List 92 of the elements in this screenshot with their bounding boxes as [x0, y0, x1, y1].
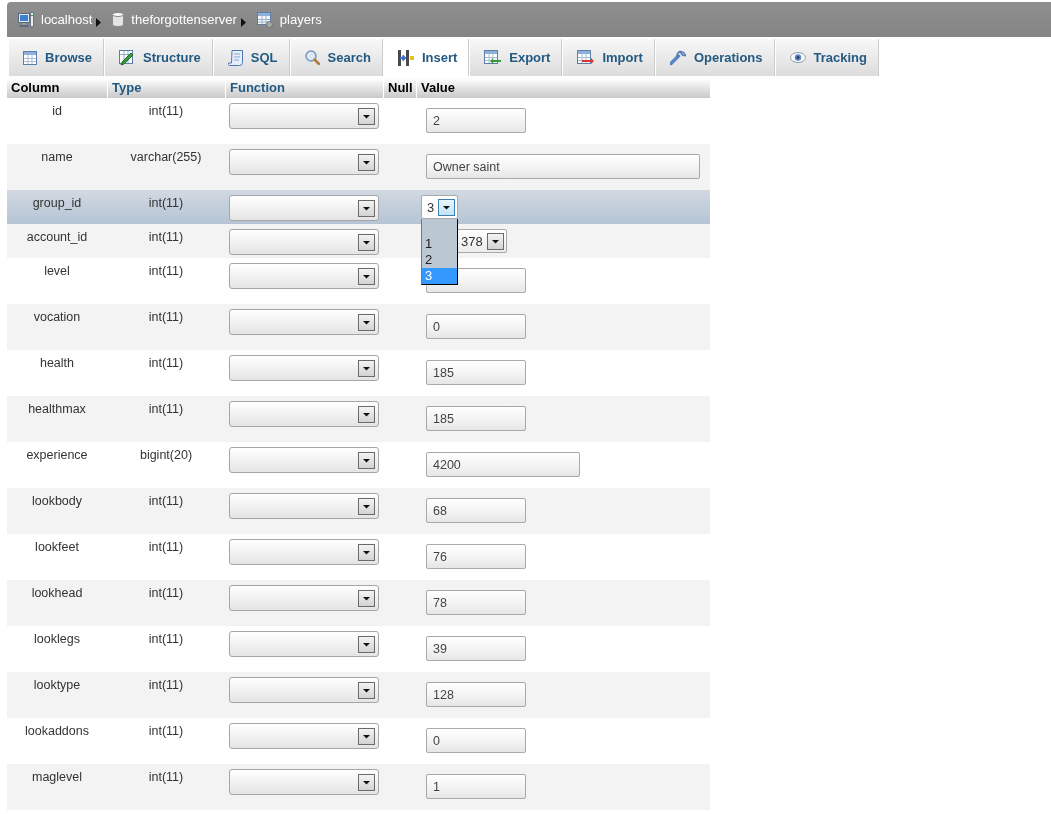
function-select[interactable] [229, 103, 379, 129]
value-input[interactable]: 1 [426, 774, 526, 799]
column-type: int(11) [148, 494, 184, 508]
value-select[interactable]: 3 [421, 195, 459, 219]
breadcrumb-link[interactable]: localhost [18, 12, 93, 27]
column-type: varchar(255) [130, 150, 202, 164]
column-header[interactable]: Function [225, 78, 383, 98]
column-type: int(11) [148, 264, 184, 278]
tab[interactable]: SQL [212, 39, 290, 76]
column-type: int(11) [148, 104, 184, 118]
function-select[interactable] [229, 149, 379, 175]
value-input[interactable]: 185 [426, 406, 526, 431]
column-type: int(11) [148, 196, 184, 210]
function-select[interactable] [229, 493, 379, 519]
table-icon [256, 11, 273, 28]
function-select[interactable] [229, 631, 379, 657]
dropdown-option[interactable]: 2 [422, 252, 458, 268]
function-select[interactable] [229, 229, 379, 255]
function-select[interactable] [229, 769, 379, 795]
column-name: account_id [26, 230, 88, 244]
column-name: lookaddons [25, 724, 89, 738]
value-input[interactable]: 185 [426, 360, 526, 385]
column-type: int(11) [148, 230, 184, 244]
column-type: int(11) [148, 770, 184, 784]
insert-row-icon [397, 49, 414, 66]
table-pencil-icon [118, 49, 135, 66]
column-type: int(11) [148, 540, 184, 554]
function-select[interactable] [229, 677, 379, 703]
tab[interactable]: Tracking [774, 39, 879, 76]
function-select[interactable] [229, 585, 379, 611]
column-type: int(11) [148, 586, 184, 600]
database-icon [112, 12, 125, 27]
monitor-icon [18, 12, 34, 27]
table-icon [23, 50, 37, 65]
value-input[interactable]: 128 [426, 682, 526, 707]
column-name: id [52, 104, 62, 118]
separator-arrow-icon [96, 17, 102, 27]
column-name: level [44, 264, 70, 278]
column-name: experience [26, 448, 88, 462]
separator-arrow-icon [240, 17, 246, 27]
tab[interactable]: Operations [654, 39, 775, 76]
column-name: healthmax [28, 402, 86, 416]
column-header: Null [383, 78, 416, 98]
column-name: health [39, 356, 75, 370]
function-select[interactable] [229, 447, 379, 473]
value-input[interactable]: Owner saint [426, 154, 700, 179]
dropdown-option[interactable]: 1 [422, 236, 458, 252]
column-type: bigint(20) [139, 448, 193, 462]
eye-icon [789, 52, 806, 63]
column-name: lookhead [31, 586, 83, 600]
value-input[interactable]: 78 [426, 590, 526, 615]
function-select[interactable] [229, 539, 379, 565]
column-type: int(11) [148, 310, 184, 324]
value-input[interactable]: 0 [426, 314, 526, 339]
value-input[interactable]: 39 [426, 636, 526, 661]
tab[interactable]: Search [289, 39, 383, 76]
column-type: int(11) [148, 724, 184, 738]
breadcrumb-link[interactable]: players [256, 11, 322, 28]
column-type: int(11) [148, 678, 184, 692]
tab[interactable]: Structure [103, 39, 213, 76]
search-icon [304, 50, 320, 65]
column-name: lookbody [31, 494, 82, 508]
column-name: looklegs [34, 632, 80, 646]
column-name: looktype [33, 678, 81, 692]
wrench-icon [669, 49, 686, 66]
column-header: Value [416, 78, 710, 98]
scroll-icon [227, 49, 243, 66]
column-name: lookfeet [35, 540, 79, 554]
column-type: int(11) [148, 632, 184, 646]
tab[interactable]: Export [469, 39, 563, 76]
column-name: vocation [33, 310, 81, 324]
function-select[interactable] [229, 309, 379, 335]
value-input[interactable]: 0 [426, 728, 526, 753]
function-select[interactable] [229, 723, 379, 749]
breadcrumb-link[interactable]: theforgottenserver [112, 12, 237, 27]
column-header: Column [7, 78, 107, 98]
value-input[interactable]: 2 [426, 108, 526, 133]
column-name: maglevel [32, 770, 82, 784]
function-select[interactable] [229, 195, 379, 221]
column-name: name [41, 150, 73, 164]
function-select[interactable] [229, 401, 379, 427]
column-name: group_id [32, 196, 82, 210]
column-type: int(11) [148, 356, 184, 370]
function-select[interactable] [229, 263, 379, 289]
tab[interactable]: Browse [8, 39, 104, 76]
tab[interactable]: Import [562, 39, 655, 76]
column-header[interactable]: Type [107, 78, 225, 98]
function-select[interactable] [229, 355, 379, 381]
value-input[interactable]: 68 [426, 498, 526, 523]
column-type: int(11) [148, 402, 184, 416]
value-input[interactable]: 4200 [426, 452, 580, 477]
value-input[interactable]: 76 [426, 544, 526, 569]
